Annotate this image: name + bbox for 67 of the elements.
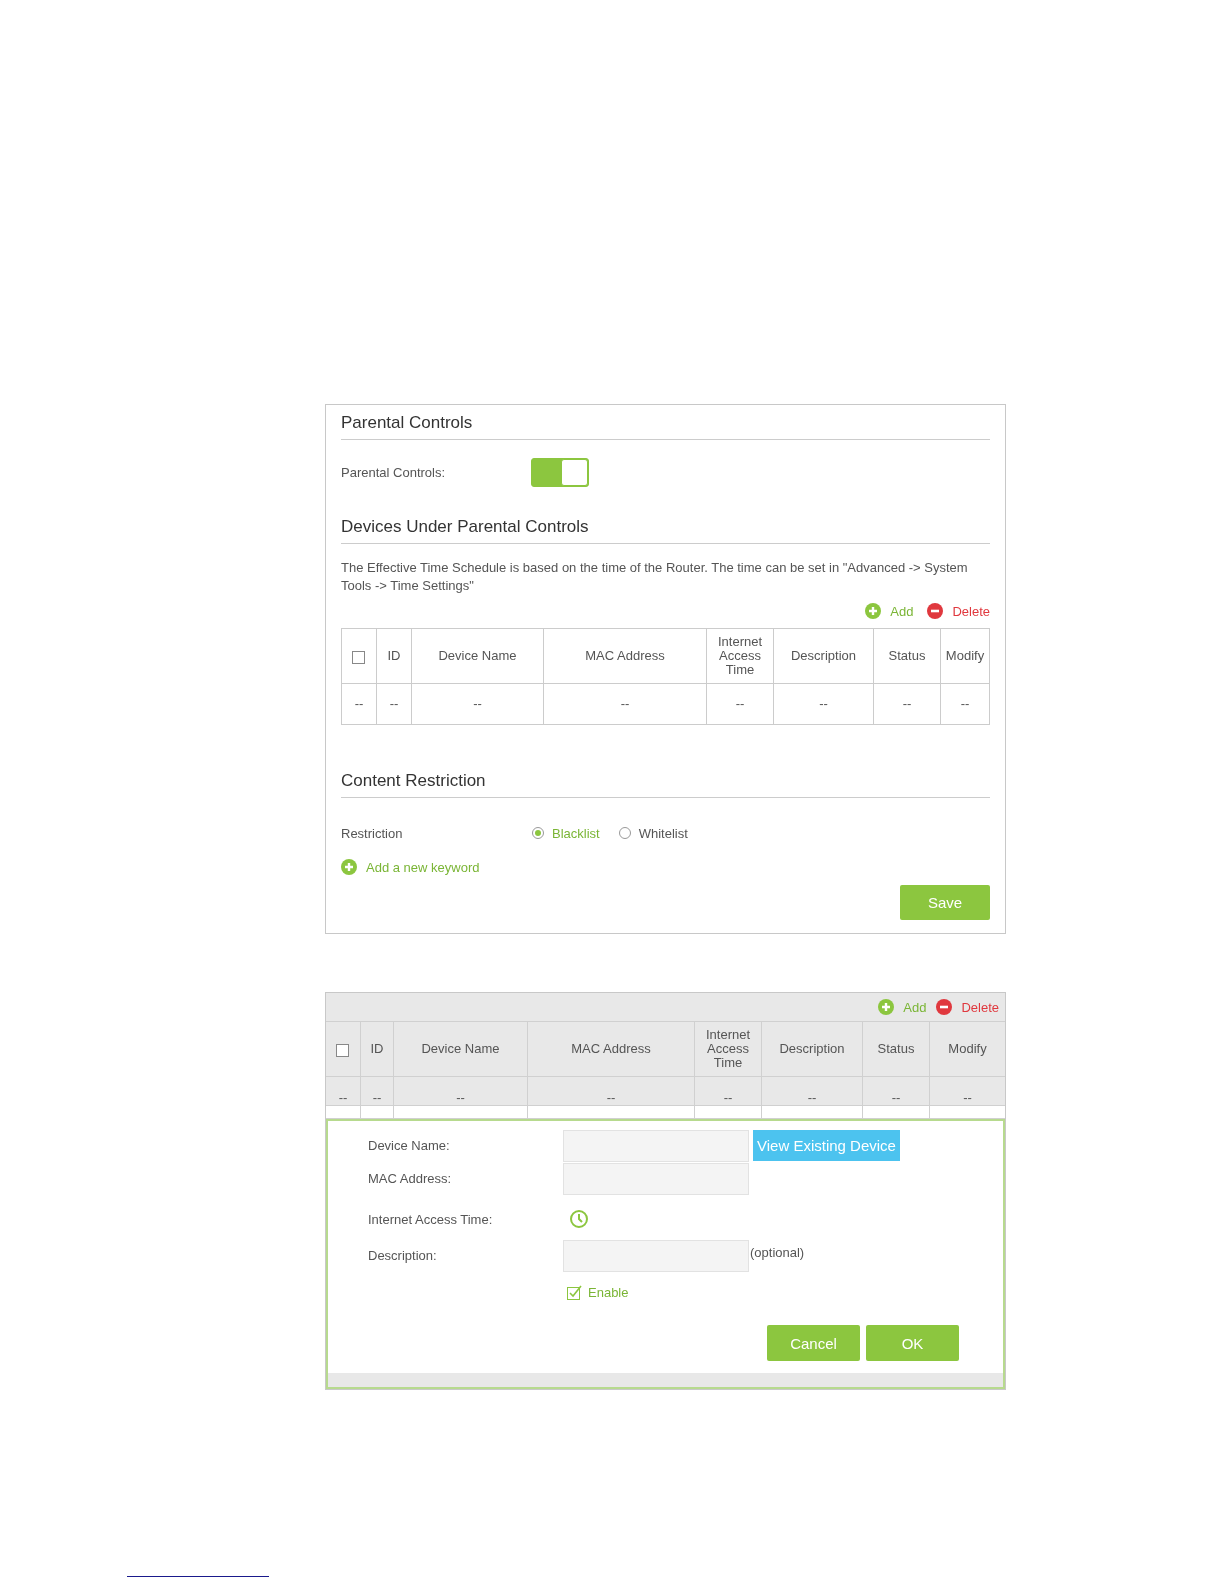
delete-link[interactable]: Delete <box>952 603 990 619</box>
column-header: MAC Address <box>543 628 707 684</box>
checkbox-label[interactable]: Enable <box>588 1285 629 1300</box>
table-cell: -- <box>393 1076 528 1106</box>
save-button[interactable]: Save <box>900 885 990 920</box>
add-icon <box>341 859 357 875</box>
table-cell: -- <box>862 1076 930 1106</box>
column-header: Description <box>773 628 874 684</box>
add-icon <box>865 603 882 619</box>
clock-icon[interactable] <box>569 1209 589 1229</box>
column-header: ID <box>360 1021 394 1077</box>
field-label: Internet Access Time: <box>368 1211 494 1227</box>
field-label: Description: <box>368 1248 438 1263</box>
column-header: Description <box>761 1021 863 1077</box>
field-label: Parental Controls: <box>341 464 447 480</box>
add-icon <box>878 999 895 1015</box>
table-cell: -- <box>326 1076 361 1106</box>
column-header: Internet Access Time <box>706 628 774 684</box>
delete-link[interactable]: Delete <box>961 999 999 1015</box>
input-field[interactable] <box>563 1239 749 1272</box>
view-devices-button[interactable]: View Existing Device <box>753 1130 900 1161</box>
section-title: Parental Controls <box>341 405 990 440</box>
table-cell: -- <box>543 683 707 725</box>
minus-icon <box>927 603 944 619</box>
column-header: ID <box>376 628 412 684</box>
radio-button[interactable] <box>617 826 632 840</box>
table-cell: -- <box>694 1076 762 1106</box>
table-cell: -- <box>706 683 774 725</box>
table-cell: -- <box>411 683 544 725</box>
add-link[interactable]: Add <box>903 999 927 1015</box>
toggle-switch[interactable] <box>531 457 589 487</box>
hint-text: (optional) <box>750 1245 805 1260</box>
field-label: Restriction <box>341 825 404 841</box>
add-keyword-link[interactable]: Add a new keyword <box>366 859 480 875</box>
input-field[interactable] <box>563 1162 749 1195</box>
column-header: Status <box>873 628 941 684</box>
table-cell: -- <box>873 683 941 725</box>
field-label: Device Name: <box>368 1138 451 1153</box>
field-label: MAC Address: <box>368 1171 453 1186</box>
section-title: Devices Under Parental Controls <box>341 517 990 544</box>
column-header: MAC Address <box>527 1021 695 1077</box>
cancel-button[interactable]: Cancel <box>767 1325 860 1361</box>
radio-label[interactable]: Whitelist <box>638 825 688 841</box>
radio-button[interactable] <box>531 826 545 840</box>
table-cell: -- <box>341 683 377 725</box>
checkbox[interactable] <box>335 1041 351 1057</box>
column-header: Modify <box>940 628 990 684</box>
table-cell: -- <box>527 1076 695 1106</box>
table-cell: -- <box>376 683 412 725</box>
input-field[interactable] <box>563 1129 749 1162</box>
table-cell: -- <box>360 1076 394 1106</box>
column-header: Internet Access Time <box>694 1021 762 1077</box>
ok-button[interactable]: OK <box>866 1325 959 1361</box>
table-cell: -- <box>940 683 990 725</box>
minus-icon <box>936 999 953 1015</box>
column-header: Status <box>862 1021 930 1077</box>
table-cell: -- <box>761 1076 863 1106</box>
checkbox[interactable] <box>351 648 367 664</box>
column-header: Device Name <box>411 628 544 684</box>
column-header: Modify <box>929 1021 1005 1077</box>
radio-label[interactable]: Blacklist <box>552 825 600 841</box>
table-cell: -- <box>773 683 874 725</box>
add-link[interactable]: Add <box>890 603 914 619</box>
section-title: Content Restriction <box>341 771 990 798</box>
column-header: Device Name <box>393 1021 528 1077</box>
info-text: The Effective Time Schedule is based on the time of the Router. The time can be set in "Advanced -> System Tools -> Time Settings" <box>341 559 969 595</box>
checkbox[interactable] <box>567 1285 582 1300</box>
